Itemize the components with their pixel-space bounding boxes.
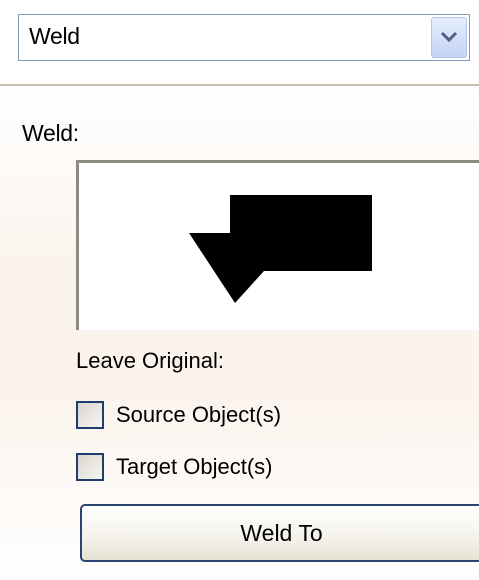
dropdown-button[interactable]: [431, 17, 467, 58]
chevron-down-icon: [440, 31, 458, 43]
source-objects-checkbox[interactable]: [76, 401, 104, 429]
target-objects-checkbox[interactable]: [76, 453, 104, 481]
operation-dropdown-value: Weld: [29, 23, 80, 49]
weld-preview-image: [76, 160, 479, 330]
weld-to-button[interactable]: Weld To: [80, 504, 479, 562]
panel-title: Weld:: [22, 120, 79, 146]
weld-to-button-label: Weld To: [240, 520, 323, 546]
weld-shape-icon: [189, 195, 372, 303]
shaping-window: Weld Weld: Leave Original: Source Object…: [0, 0, 479, 580]
source-objects-label: Source Object(s): [116, 402, 282, 427]
leave-original-label: Leave Original:: [76, 348, 224, 373]
target-objects-label: Target Object(s): [116, 454, 273, 479]
operation-dropdown[interactable]: Weld: [18, 14, 470, 61]
weld-panel: Weld: Leave Original: Source Object(s) T…: [0, 84, 479, 580]
